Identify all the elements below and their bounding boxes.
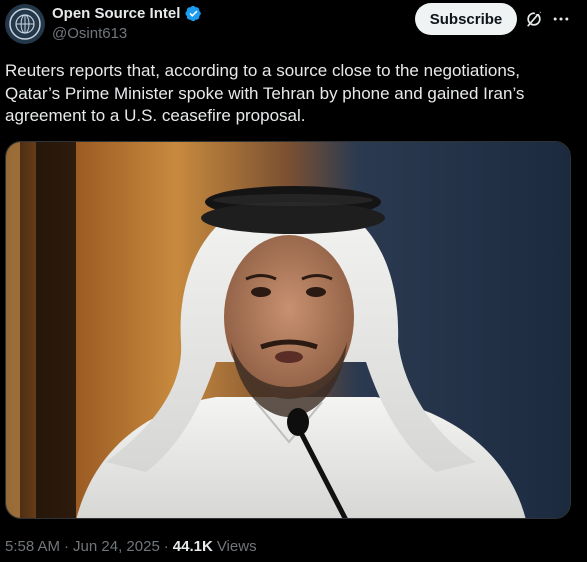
meta-separator: · bbox=[163, 538, 169, 555]
author-row: Open Source Intel bbox=[52, 5, 202, 22]
author-name[interactable]: Open Source Intel bbox=[52, 5, 180, 22]
tweet-date[interactable]: Jun 24, 2025 bbox=[73, 538, 160, 555]
subscribe-button[interactable]: Subscribe bbox=[415, 3, 517, 35]
views-label: Views bbox=[216, 538, 257, 555]
tweet-text: Reuters reports that, according to a sou… bbox=[5, 61, 525, 125]
globe-seal-icon bbox=[5, 4, 45, 44]
grok-icon[interactable] bbox=[524, 9, 544, 29]
verified-badge-icon bbox=[185, 5, 202, 22]
avatar[interactable] bbox=[5, 4, 45, 44]
tweet-meta: 5:58 AM · Jun 24, 2025 · 44.1K Views bbox=[5, 538, 257, 555]
photo-image bbox=[6, 142, 570, 518]
more-icon[interactable] bbox=[551, 9, 571, 29]
author-handle[interactable]: @Osint613 bbox=[52, 25, 127, 42]
views-count: 44.1K bbox=[172, 538, 213, 555]
meta-separator: · bbox=[64, 538, 70, 555]
tweet-time[interactable]: 5:58 AM bbox=[5, 538, 60, 555]
tweet-photo[interactable] bbox=[5, 141, 571, 519]
